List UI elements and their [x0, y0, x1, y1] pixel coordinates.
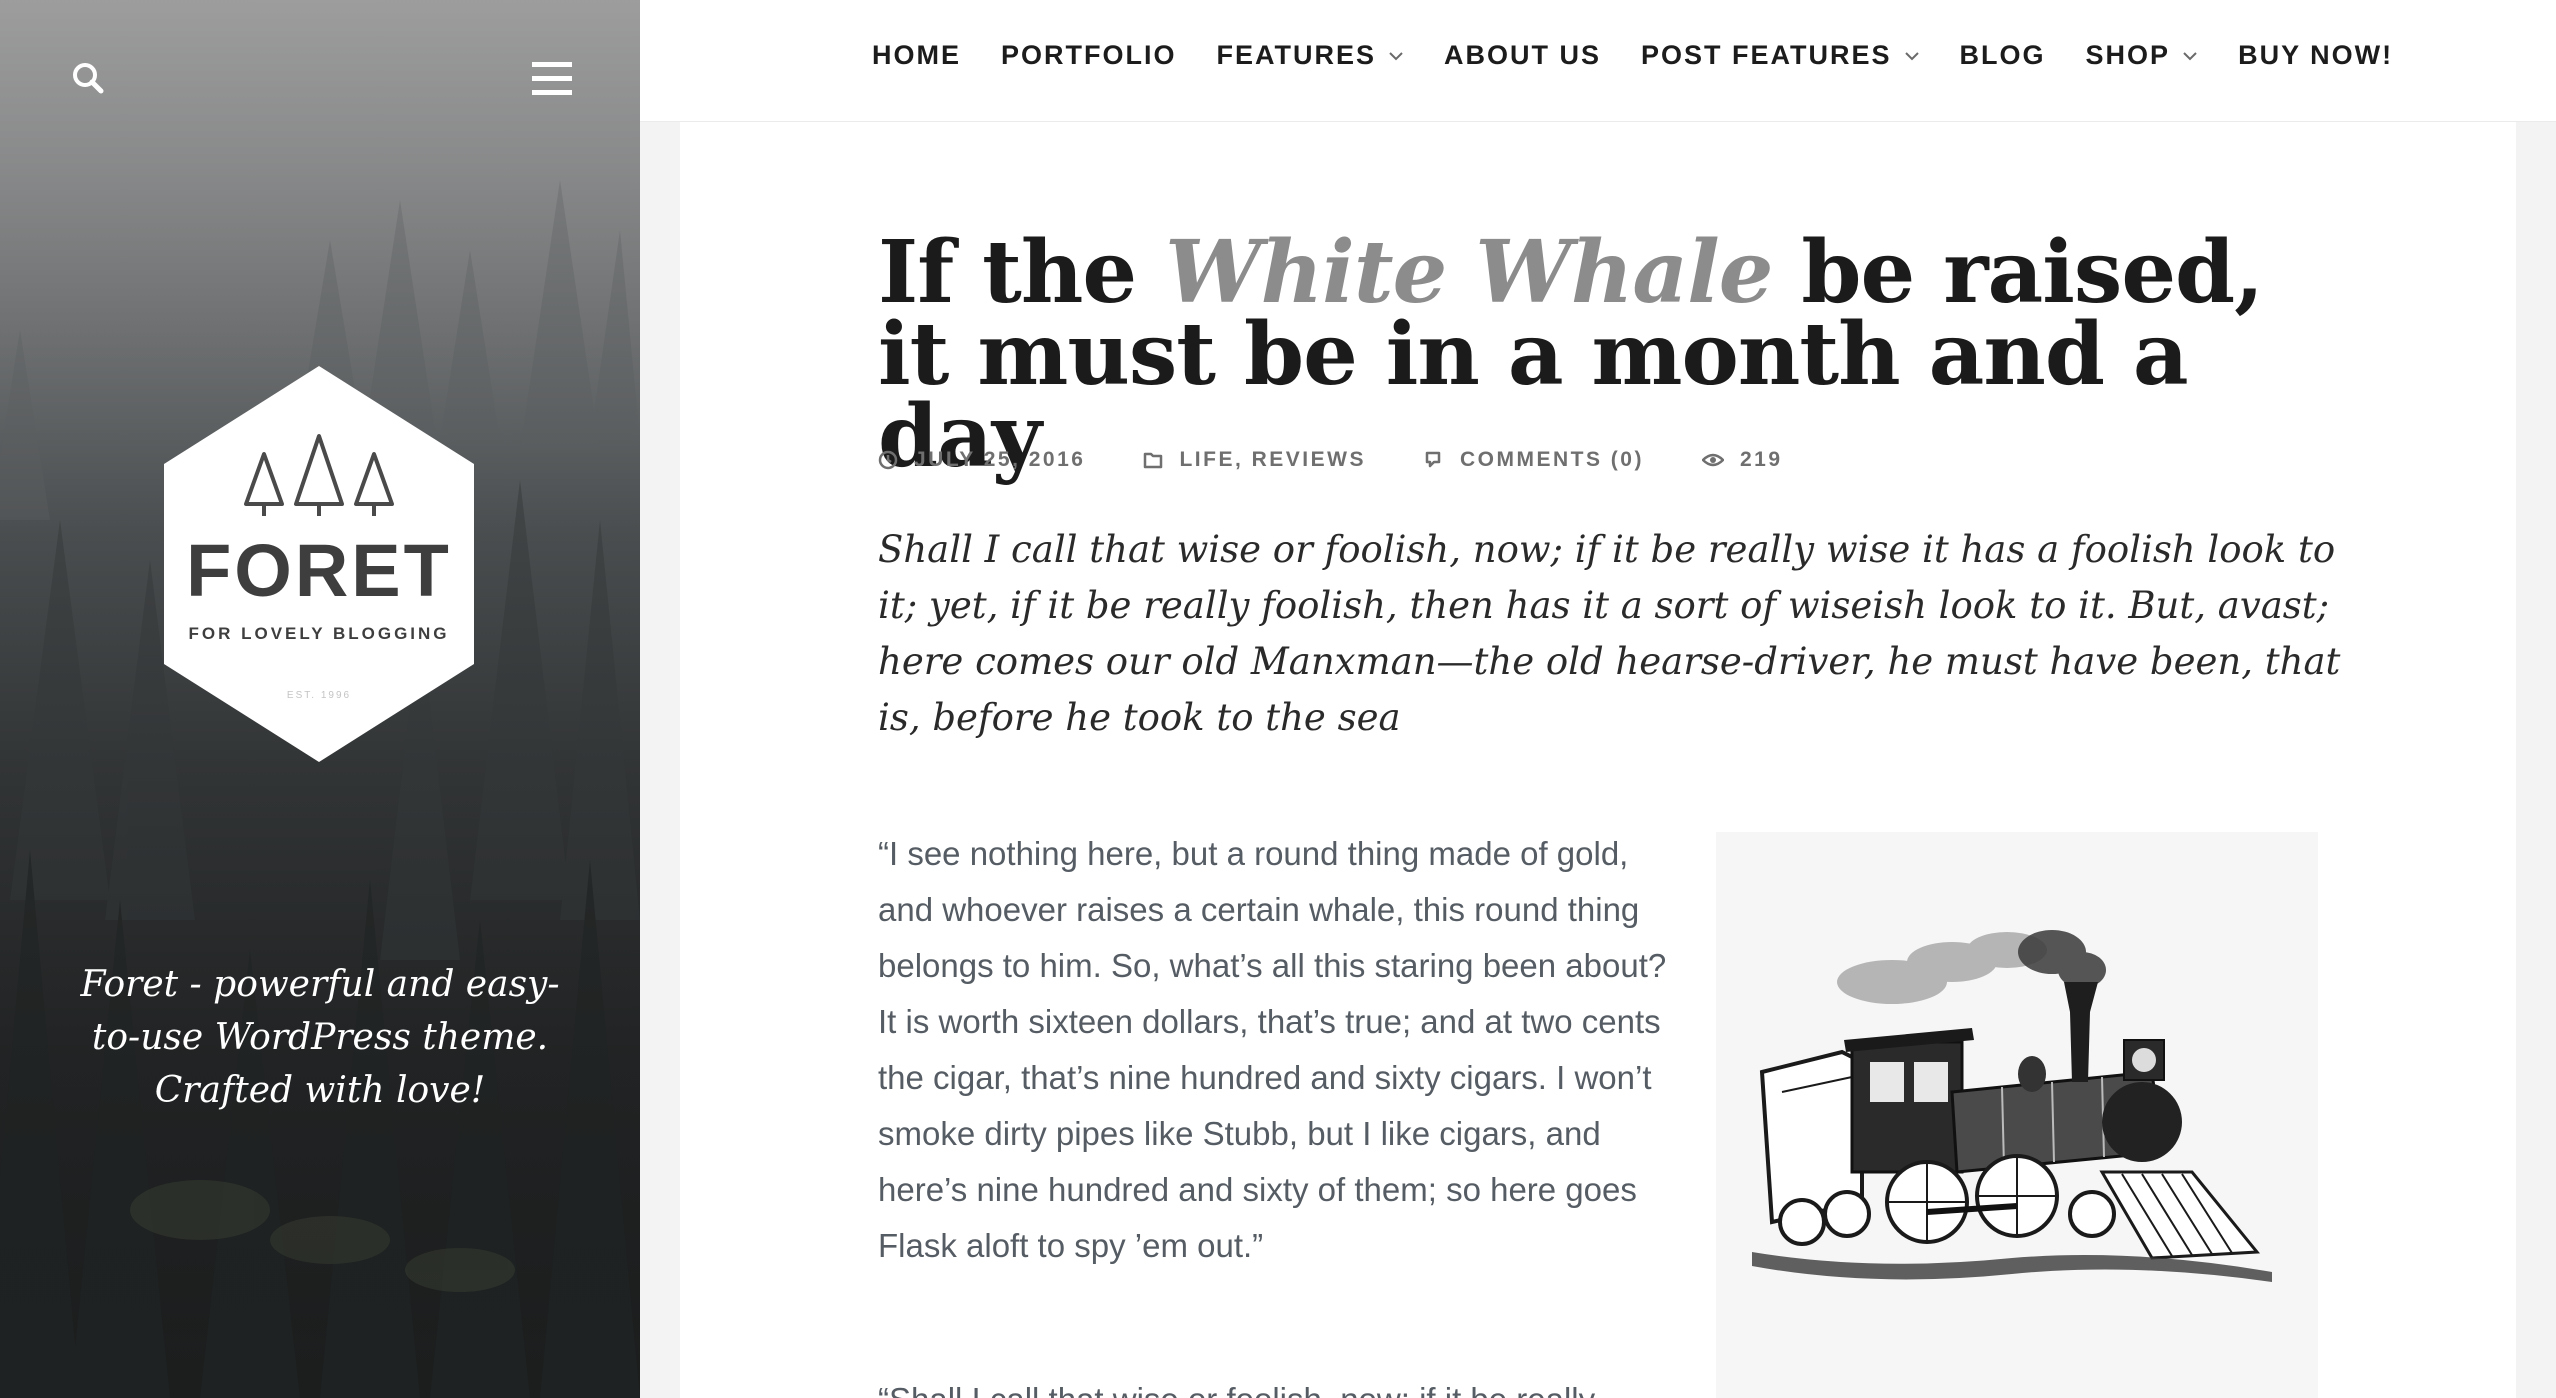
nav-item-buy-now[interactable]: BUY NOW!: [2238, 40, 2393, 71]
steam-locomotive-illustration: [1752, 930, 2272, 1282]
post-content: If the White Whale be raised, it must be…: [680, 122, 2516, 1398]
nav-label: POST FEATURES: [1641, 40, 1892, 70]
post-image: [1716, 832, 2318, 1398]
sidebar: FORET FOR LOVELY BLOGGING EST. 1996 Fore…: [0, 0, 640, 1398]
nav-label: FEATURES: [1216, 40, 1377, 70]
folder-icon: [1144, 452, 1163, 469]
hamburger-menu-icon[interactable]: [530, 60, 574, 98]
post-meta: JULY 25, 2016 LIFE, REVIEWS COMMENTS (0)…: [878, 448, 1841, 472]
search-icon[interactable]: [70, 60, 106, 96]
nav-item-blog[interactable]: BLOG: [1960, 40, 2046, 71]
clock-icon: [878, 450, 898, 470]
logo-established: EST. 1996: [286, 690, 352, 701]
nav-label: PORTFOLIO: [1001, 40, 1177, 70]
nav-label: HOME: [872, 40, 961, 70]
nav-menu: HOME PORTFOLIO FEATURES ABOUT US POST FE…: [872, 40, 2393, 71]
post-views-text: 219: [1739, 448, 1783, 471]
nav-item-home[interactable]: HOME: [872, 40, 961, 71]
chevron-down-icon: [1389, 51, 1403, 60]
nav-label: BLOG: [1959, 40, 2046, 70]
nav-item-about-us[interactable]: ABOUT US: [1444, 40, 1601, 71]
post-categories[interactable]: LIFE, REVIEWS: [1143, 448, 1366, 472]
eye-icon: [1701, 453, 1724, 467]
comment-icon: [1425, 451, 1441, 468]
chevron-down-icon: [2183, 51, 2197, 60]
post-views: 219: [1701, 448, 1783, 472]
nav-label: BUY NOW!: [2238, 40, 2394, 70]
nav-item-features[interactable]: FEATURES: [1217, 40, 1405, 71]
post-categories-text: LIFE, REVIEWS: [1179, 448, 1366, 471]
nav-label: SHOP: [2085, 40, 2171, 70]
post-comments-text: COMMENTS (0): [1459, 448, 1644, 471]
post-comments[interactable]: COMMENTS (0): [1424, 448, 1644, 472]
top-navigation: HOME PORTFOLIO FEATURES ABOUT US POST FE…: [640, 0, 2556, 122]
post-paragraph: “I see nothing here, but a round thing m…: [878, 835, 1667, 1264]
nav-item-portfolio[interactable]: PORTFOLIO: [1001, 40, 1177, 71]
post-date-text: JULY 25, 2016: [914, 448, 1086, 471]
post-lead: Shall I call that wise or foolish, now; …: [878, 528, 2341, 739]
logo-tagline: FOR LOVELY BLOGGING: [188, 624, 450, 643]
post-date: JULY 25, 2016: [878, 448, 1085, 472]
chevron-down-icon: [1904, 51, 1919, 60]
post-paragraph: “Shall I call that wise or foolish, now;…: [878, 1372, 1678, 1398]
nav-item-post-features[interactable]: POST FEATURES: [1641, 40, 1920, 71]
nav-item-shop[interactable]: SHOP: [2086, 40, 2199, 71]
post-title: If the White Whale be raised, it must be…: [878, 230, 2358, 480]
nav-label: ABOUT US: [1444, 40, 1602, 70]
logo-name[interactable]: FORET: [160, 528, 478, 613]
sidebar-description: Foret - powerful and easy-to-use WordPre…: [80, 964, 560, 1111]
